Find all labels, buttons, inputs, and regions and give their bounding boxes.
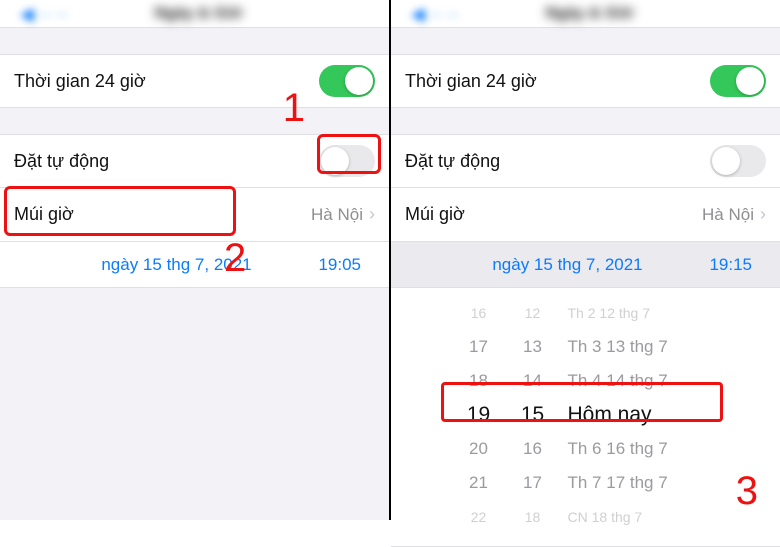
left-screenshot: ◀︎ ·· ·· Ngày & Giờ Thời gian 24 giờ Đặt… [0, 0, 389, 520]
page-title: Ngày & Giờ [18, 5, 379, 23]
picker-day[interactable]: CN 18 thg 7 [560, 509, 720, 525]
label-time: 19:15 [696, 255, 752, 275]
label-autoset: Đặt tự động [405, 151, 710, 172]
label-date: ngày 15 thg 7, 2021 [48, 255, 305, 275]
row-timezone[interactable]: Múi giờ Hà Nội › [0, 188, 389, 242]
switch-24-hour[interactable] [319, 65, 375, 97]
switch-autoset[interactable] [319, 145, 375, 177]
picker-minute[interactable]: 18 [506, 509, 560, 525]
picker-day[interactable]: Th 6 16 thg 7 [560, 439, 720, 459]
picker-minute[interactable]: 14 [506, 371, 560, 391]
label-timezone: Múi giờ [405, 204, 702, 225]
page-title: Ngày & Giờ [409, 5, 770, 23]
row-set-automatically[interactable]: Đặt tự động [391, 134, 780, 188]
picker-row[interactable]: 1713Th 3 13 thg 7 [391, 330, 780, 364]
picker-hour[interactable]: 17 [452, 337, 506, 357]
picker-row[interactable]: 2016Th 6 16 thg 7 [391, 432, 780, 466]
picker-row[interactable]: 1612Th 2 12 thg 7 [391, 296, 780, 330]
row-datetime[interactable]: ngày 15 thg 7, 2021 19:15 [391, 242, 780, 288]
row-24-hour-time[interactable]: Thời gian 24 giờ [391, 54, 780, 108]
picker-minute[interactable]: 13 [506, 337, 560, 357]
picker-row[interactable]: 2117Th 7 17 thg 7 [391, 466, 780, 500]
datetime-picker[interactable]: 1612Th 2 12 thg 71713Th 3 13 thg 71814Th… [391, 288, 780, 547]
picker-hour[interactable]: 18 [452, 371, 506, 391]
label-24-hour: Thời gian 24 giờ [14, 71, 319, 92]
chevron-right-icon: › [760, 204, 766, 225]
label-timezone: Múi giờ [14, 204, 311, 225]
picker-hour[interactable]: 22 [452, 509, 506, 525]
picker-hour[interactable]: 20 [452, 439, 506, 459]
label-time: 19:05 [305, 255, 361, 275]
nav-header: ◀︎ ·· ·· Ngày & Giờ [391, 0, 780, 28]
picker-row[interactable]: 1814Th 4 14 thg 7 [391, 364, 780, 398]
value-timezone: Hà Nội [702, 205, 754, 225]
picker-day[interactable]: Th 7 17 thg 7 [560, 473, 720, 493]
chevron-right-icon: › [369, 204, 375, 225]
picker-hour[interactable]: 21 [452, 473, 506, 493]
switch-24-hour[interactable] [710, 65, 766, 97]
picker-minute[interactable]: 15 [506, 403, 560, 427]
label-24-hour: Thời gian 24 giờ [405, 71, 710, 92]
row-timezone[interactable]: Múi giờ Hà Nội › [391, 188, 780, 242]
picker-minute[interactable]: 17 [506, 473, 560, 493]
label-date: ngày 15 thg 7, 2021 [439, 255, 696, 275]
picker-day[interactable]: Th 3 13 thg 7 [560, 337, 720, 357]
row-set-automatically[interactable]: Đặt tự động [0, 134, 389, 188]
picker-hour[interactable]: 19 [452, 403, 506, 427]
picker-day[interactable]: Th 2 12 thg 7 [560, 305, 720, 321]
label-autoset: Đặt tự động [14, 151, 319, 172]
picker-day[interactable]: Th 4 14 thg 7 [560, 371, 720, 391]
nav-header: ◀︎ ·· ·· Ngày & Giờ [0, 0, 389, 28]
picker-row[interactable]: 1915Hôm nay [391, 398, 780, 432]
row-24-hour-time[interactable]: Thời gian 24 giờ [0, 54, 389, 108]
picker-day[interactable]: Hôm nay [560, 403, 720, 427]
switch-autoset[interactable] [710, 145, 766, 177]
right-screenshot: ◀︎ ·· ·· Ngày & Giờ Thời gian 24 giờ Đặt… [391, 0, 780, 520]
picker-row[interactable]: 2218CN 18 thg 7 [391, 500, 780, 534]
picker-hour[interactable]: 16 [452, 305, 506, 321]
picker-minute[interactable]: 16 [506, 439, 560, 459]
picker-minute[interactable]: 12 [506, 305, 560, 321]
value-timezone: Hà Nội [311, 205, 363, 225]
row-datetime[interactable]: ngày 15 thg 7, 2021 19:05 [0, 242, 389, 288]
